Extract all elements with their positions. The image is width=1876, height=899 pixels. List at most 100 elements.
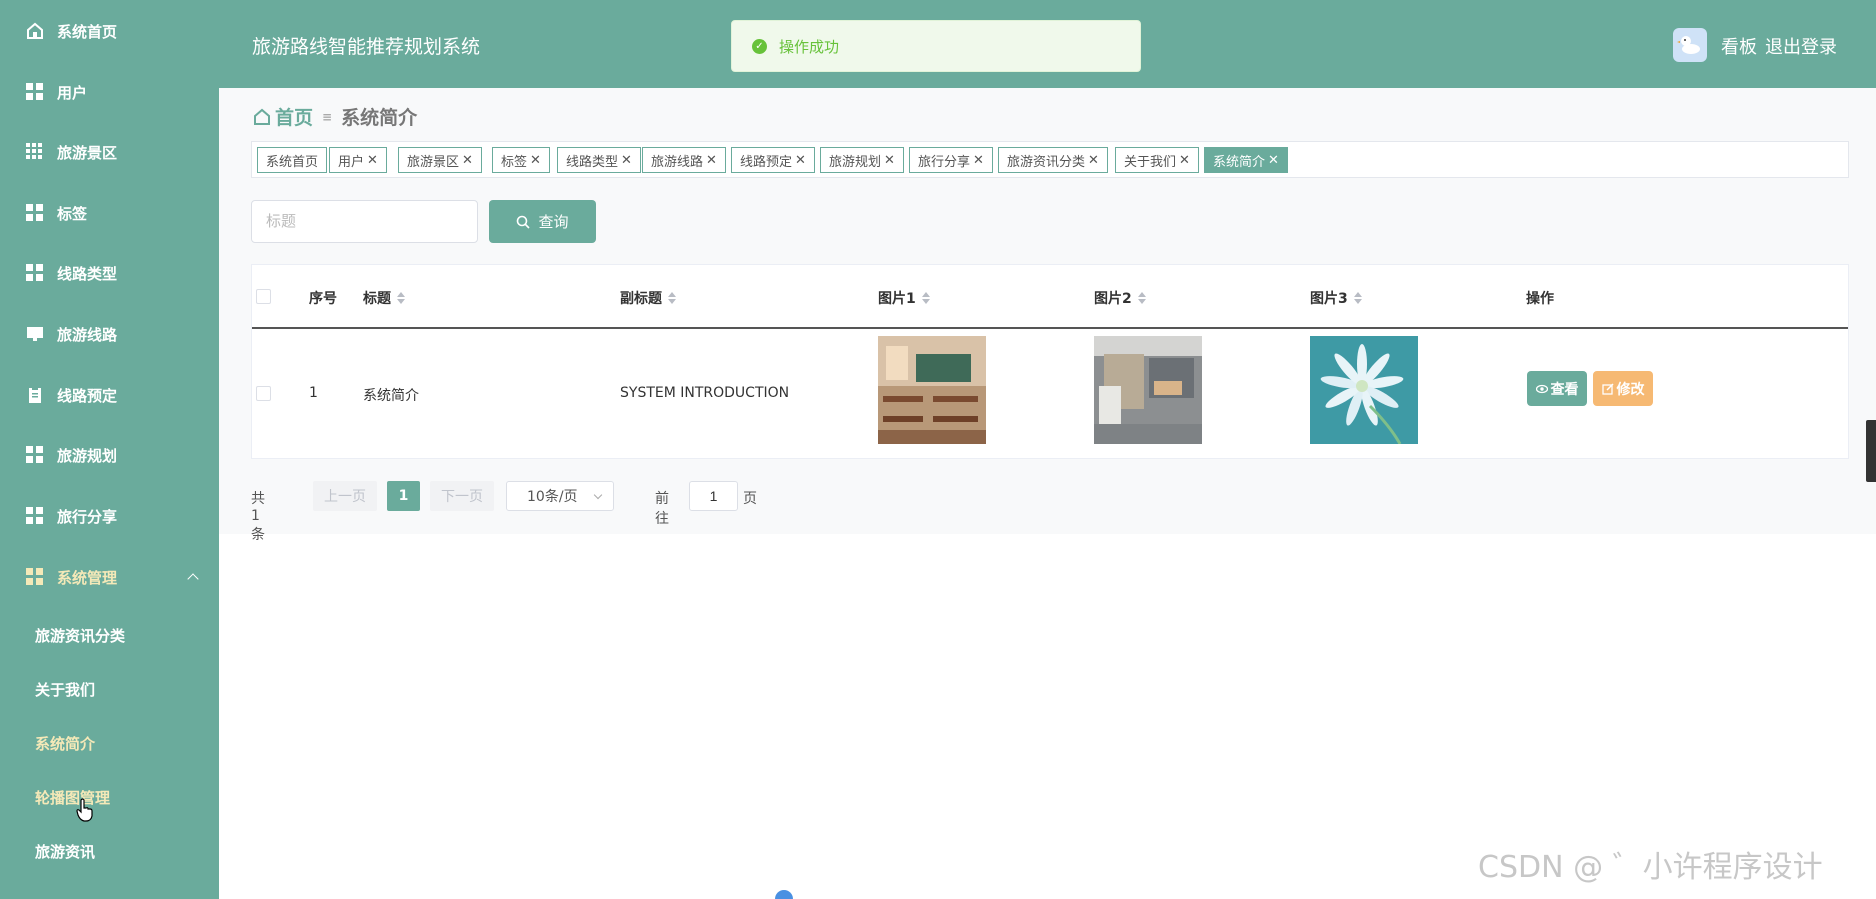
sidebar-item-planning[interactable]: 旅游规划 <box>0 435 219 475</box>
tag-users[interactable]: 用户 ✕ <box>329 147 387 173</box>
page-size-select[interactable]: 10条/页 <box>506 481 614 511</box>
search-button-label: 查询 <box>538 213 569 231</box>
breadcrumb-home[interactable]: 首页 <box>253 103 313 130</box>
sidebar-item-routes[interactable]: 旅游线路 <box>0 314 219 354</box>
clipboard-icon <box>26 386 44 404</box>
grid-icon <box>26 83 44 101</box>
sort-icon[interactable] <box>1137 292 1146 304</box>
logout-link[interactable]: 退出登录 <box>1765 33 1837 59</box>
tag-label: 标签 <box>501 154 528 170</box>
cell-title: 系统简介 <box>363 388 419 404</box>
sidebar-subitem-carousel[interactable]: 轮播图管理 <box>35 787 110 808</box>
title-search-input[interactable] <box>251 200 478 243</box>
search-button[interactable]: 查询 <box>489 200 596 243</box>
goto-label: 前往 <box>655 491 669 527</box>
column-header-pic2[interactable]: 图片2 <box>1094 288 1146 308</box>
close-icon[interactable]: ✕ <box>1268 153 1279 168</box>
sort-icon[interactable] <box>668 292 676 304</box>
sort-icon[interactable] <box>921 292 930 304</box>
close-icon[interactable]: ✕ <box>367 153 378 168</box>
row-checkbox[interactable] <box>256 386 271 401</box>
sidebar-subitem-news[interactable]: 旅游资讯 <box>35 841 95 862</box>
sidebar: 系统首页 用户 旅游景区 标签 线路类型 旅游线路 线路预定 旅游规划 旅行分享 <box>0 0 219 899</box>
sidebar-item-tags[interactable]: 标签 <box>0 193 219 233</box>
tag-planning[interactable]: 旅游规划 ✕ <box>820 147 904 173</box>
sidebar-item-label: 系统首页 <box>57 22 118 41</box>
select-all-checkbox[interactable] <box>256 289 271 304</box>
floating-dot[interactable] <box>775 890 793 899</box>
sidebar-item-home[interactable]: 系统首页 <box>0 11 219 51</box>
tag-about[interactable]: 关于我们 ✕ <box>1115 147 1199 173</box>
tag-news-category[interactable]: 旅游资讯分类 ✕ <box>998 147 1108 173</box>
tag-label: 线路类型 <box>566 154 619 170</box>
tag-tags[interactable]: 标签 ✕ <box>492 147 550 173</box>
edit-button[interactable]: 修改 <box>1593 371 1653 406</box>
sort-icon[interactable] <box>397 292 405 304</box>
eye-icon <box>1535 384 1548 393</box>
avatar[interactable] <box>1673 28 1707 62</box>
sort-icon[interactable] <box>1353 292 1362 304</box>
sidebar-item-bookings[interactable]: 线路预定 <box>0 375 219 415</box>
flower-image[interactable] <box>1310 336 1418 444</box>
chevron-down-icon <box>593 490 603 500</box>
tag-route-types[interactable]: 线路类型 ✕ <box>557 147 641 173</box>
monitor-icon <box>26 325 44 343</box>
tag-label: 旅行分享 <box>918 154 971 170</box>
view-button[interactable]: 查看 <box>1527 371 1587 406</box>
sidebar-item-users[interactable]: 用户 <box>0 72 219 112</box>
tag-intro[interactable]: 系统简介 ✕ <box>1204 147 1288 173</box>
tag-home[interactable]: 系统首页 <box>257 147 328 173</box>
column-header-index: 序号 <box>309 291 337 307</box>
watermark: CSDN @ ゛小许程序设计 <box>1478 850 1823 885</box>
close-icon[interactable]: ✕ <box>462 153 473 168</box>
sidebar-item-label: 用户 <box>57 83 88 102</box>
close-icon[interactable]: ✕ <box>706 153 717 168</box>
sidebar-item-sharing[interactable]: 旅行分享 <box>0 496 219 536</box>
close-icon[interactable]: ✕ <box>973 153 984 168</box>
prev-page-button[interactable]: 上一页 <box>313 481 377 511</box>
sidebar-subitem-about[interactable]: 关于我们 <box>35 679 95 700</box>
grid-icon <box>26 507 44 525</box>
classroom-image[interactable] <box>878 336 986 444</box>
sidebar-item-scenic[interactable]: 旅游景区 <box>0 132 219 172</box>
sidebar-item-route-types[interactable]: 线路类型 <box>0 253 219 293</box>
data-table: 序号 标题 副标题 图片1 图片2 图片3 操作 1 系统简介 SYSTEM I… <box>251 264 1849 459</box>
tag-label: 旅游资讯分类 <box>1007 154 1086 170</box>
grid-icon <box>26 204 44 222</box>
sidebar-item-system[interactable]: 系统管理 <box>0 557 219 597</box>
sidebar-subitem-news-category[interactable]: 旅游资讯分类 <box>35 625 125 646</box>
grid-icon <box>26 446 44 464</box>
close-icon[interactable]: ✕ <box>795 153 806 168</box>
column-header-pic1[interactable]: 图片1 <box>878 288 930 308</box>
column-header-label: 副标题 <box>620 291 662 307</box>
tag-sharing[interactable]: 旅行分享 ✕ <box>909 147 993 173</box>
tag-label: 旅游规划 <box>829 154 882 170</box>
page-number-1[interactable]: 1 <box>387 481 420 511</box>
close-icon[interactable]: ✕ <box>621 153 632 168</box>
tag-routes[interactable]: 旅游线路 ✕ <box>642 147 726 173</box>
breadcrumb-separator: ≡ <box>322 109 333 124</box>
breadcrumb: 首页 ≡ 系统简介 <box>253 103 417 130</box>
close-icon[interactable]: ✕ <box>1179 153 1190 168</box>
office-image[interactable] <box>1094 336 1202 444</box>
close-icon[interactable]: ✕ <box>884 153 895 168</box>
page-size-value: 10条/页 <box>527 489 578 505</box>
column-header-pic3[interactable]: 图片3 <box>1310 288 1362 308</box>
dashboard-link[interactable]: 看板 <box>1721 33 1757 59</box>
duck-icon <box>1677 36 1700 54</box>
sidebar-item-label: 旅游景区 <box>57 143 118 162</box>
goto-page-input[interactable] <box>689 481 738 511</box>
sidebar-item-label: 标签 <box>57 204 88 223</box>
tag-scenic[interactable]: 旅游景区 ✕ <box>398 147 482 173</box>
tag-bookings[interactable]: 线路预定 ✕ <box>731 147 815 173</box>
close-icon[interactable]: ✕ <box>1088 153 1099 168</box>
scrollbar-handle[interactable] <box>1866 420 1876 482</box>
sidebar-subitem-intro[interactable]: 系统简介 <box>35 733 95 754</box>
grid-icon <box>26 264 44 282</box>
sidebar-item-label: 旅行分享 <box>57 507 118 526</box>
chevron-up-icon <box>187 573 199 585</box>
column-header-subtitle[interactable]: 副标题 <box>620 288 676 308</box>
next-page-button[interactable]: 下一页 <box>430 481 494 511</box>
column-header-title[interactable]: 标题 <box>363 288 405 308</box>
close-icon[interactable]: ✕ <box>530 153 541 168</box>
